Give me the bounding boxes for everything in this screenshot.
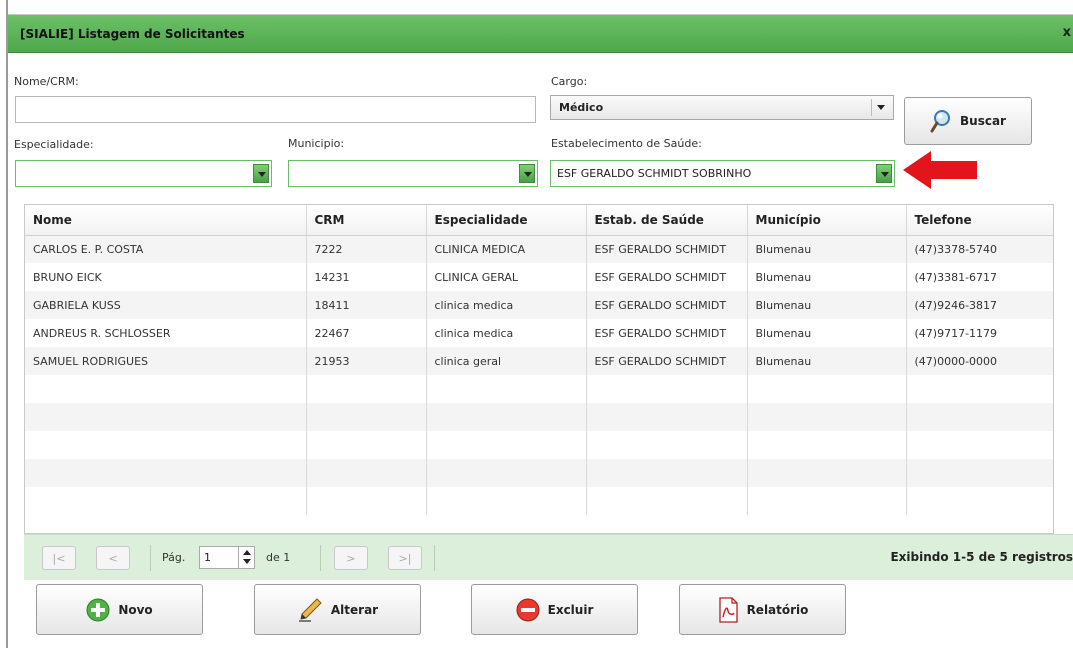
red-arrow-pointer-icon (903, 151, 977, 189)
page-total-label: de 1 (266, 551, 291, 564)
table-row[interactable]: GABRIELA KUSS 18411 clinica medica ESF G… (25, 291, 1053, 319)
estabelecimento-combo[interactable]: ESF GERALDO SCHMIDT SOBRINHO (550, 160, 895, 187)
cell-telefone: (47)9246-3817 (906, 291, 1053, 319)
column-header-estab[interactable]: Estab. de Saúde (586, 205, 748, 236)
cell-especialidade: clinica medica (426, 291, 587, 319)
edit-pencil-icon (297, 597, 323, 623)
records-status: Exibindo 1-5 de 5 registros (890, 550, 1073, 564)
cell-nome: GABRIELA KUSS (25, 291, 307, 319)
excluir-button-label: Excluir (547, 602, 594, 617)
cell-especialidade: clinica geral (426, 347, 587, 375)
chevron-down-icon[interactable] (871, 99, 889, 116)
alterar-button-label: Alterar (330, 602, 379, 617)
cargo-select-value: Médico (559, 101, 604, 114)
estabelecimento-value: ESF GERALDO SCHMIDT SOBRINHO (557, 167, 752, 180)
search-button-label: Buscar (960, 114, 1006, 128)
last-page-button[interactable]: >| (388, 546, 422, 570)
table-row[interactable]: CARLOS E. P. COSTA 7222 CLINICA MEDICA E… (25, 235, 1053, 263)
nome-crm-input[interactable] (15, 96, 536, 123)
cell-municipio: Blumenau (747, 235, 907, 263)
column-header-especialidade[interactable]: Especialidade (426, 205, 587, 236)
table-row[interactable]: SAMUEL RODRIGUES 21953 clinica geral ESF… (25, 347, 1053, 375)
cell-municipio: Blumenau (747, 263, 907, 291)
cell-municipio: Blumenau (747, 291, 907, 319)
cell-estab: ESF GERALDO SCHMIDT (586, 347, 748, 375)
empty-row (25, 403, 1053, 431)
pager-separator (150, 545, 151, 571)
cell-crm: 21953 (306, 347, 427, 375)
first-page-button[interactable]: |< (42, 546, 76, 570)
cell-nome: SAMUEL RODRIGUES (25, 347, 307, 375)
prev-page-button[interactable]: < (96, 546, 130, 570)
column-header-telefone[interactable]: Telefone (906, 205, 1053, 236)
cell-estab: ESF GERALDO SCHMIDT (586, 319, 748, 347)
next-page-button[interactable]: > (334, 546, 368, 570)
excluir-button[interactable]: Excluir (471, 584, 638, 635)
chevron-down-icon[interactable] (876, 164, 892, 183)
cell-municipio: Blumenau (747, 347, 907, 375)
cell-telefone: (47)3378-5740 (906, 235, 1053, 263)
relatorio-button-label: Relatório (746, 602, 809, 617)
table-row[interactable]: ANDREUS R. SCHLOSSER 22467 clinica medic… (25, 319, 1053, 347)
municipio-label: Municipio: (288, 137, 345, 150)
dialog-title: [SIALIE] Listagem de Solicitantes (20, 27, 245, 41)
pager-separator (320, 545, 321, 571)
empty-row (25, 431, 1053, 459)
cell-crm: 7222 (306, 235, 427, 263)
cell-telefone: (47)0000-0000 (906, 347, 1053, 375)
novo-button[interactable]: Novo (36, 584, 203, 635)
column-header-nome[interactable]: Nome (25, 205, 307, 236)
nome-crm-label: Nome/CRM: (14, 75, 79, 88)
cell-crm: 14231 (306, 263, 427, 291)
pager-separator (434, 545, 435, 571)
cell-telefone: (47)9717-1179 (906, 319, 1053, 347)
chevron-down-icon[interactable] (519, 164, 535, 183)
table-header-row: Nome CRM Especialidade Estab. de Saúde M… (25, 205, 1053, 236)
cell-telefone: (47)3381-6717 (906, 263, 1053, 291)
solicitantes-dialog: [SIALIE] Listagem de Solicitantes x Nome… (8, 14, 1073, 648)
estabelecimento-label: Estabelecimento de Saúde: (551, 137, 702, 150)
search-button[interactable]: Buscar (904, 97, 1032, 145)
background-window-edge (0, 0, 8, 648)
delete-icon (516, 598, 540, 622)
cargo-select[interactable]: Médico (550, 95, 894, 120)
search-icon (930, 109, 952, 133)
table-row[interactable]: BRUNO EICK 14231 CLINICA GERAL ESF GERAL… (25, 263, 1053, 291)
relatorio-button[interactable]: Relatório (679, 584, 846, 635)
cell-municipio: Blumenau (747, 319, 907, 347)
cell-nome: ANDREUS R. SCHLOSSER (25, 319, 307, 347)
solicitantes-table: Nome CRM Especialidade Estab. de Saúde M… (24, 204, 1054, 534)
cargo-label: Cargo: (551, 75, 588, 88)
pdf-icon (717, 596, 739, 623)
empty-row (25, 487, 1053, 515)
cell-estab: ESF GERALDO SCHMIDT (586, 263, 748, 291)
add-icon (86, 598, 110, 622)
column-header-municipio[interactable]: Município (747, 205, 907, 236)
cell-especialidade: CLINICA GERAL (426, 263, 587, 291)
cell-crm: 18411 (306, 291, 427, 319)
page-number-value: 1 (204, 551, 211, 564)
column-header-crm[interactable]: CRM (306, 205, 427, 236)
especialidade-combo[interactable] (15, 160, 272, 187)
pagination-toolbar: |< < Pág. 1 de 1 > >| Exibindo 1-5 de 5 … (24, 534, 1073, 580)
page-label: Pág. (162, 551, 186, 564)
page-number-input[interactable]: 1 (199, 546, 255, 569)
cell-especialidade: CLINICA MEDICA (426, 235, 587, 263)
especialidade-label: Especialidade: (14, 138, 94, 151)
empty-row (25, 375, 1053, 403)
cell-nome: BRUNO EICK (25, 263, 307, 291)
alterar-button[interactable]: Alterar (254, 584, 421, 635)
cell-crm: 22467 (306, 319, 427, 347)
novo-button-label: Novo (118, 602, 153, 617)
chevron-down-icon[interactable] (253, 164, 269, 183)
dialog-titlebar: [SIALIE] Listagem de Solicitantes x (8, 15, 1073, 53)
cell-estab: ESF GERALDO SCHMIDT (586, 235, 748, 263)
cell-estab: ESF GERALDO SCHMIDT (586, 291, 748, 319)
close-icon[interactable]: x (1063, 25, 1071, 40)
cell-especialidade: clinica medica (426, 319, 587, 347)
cell-nome: CARLOS E. P. COSTA (25, 235, 307, 263)
municipio-combo[interactable] (288, 160, 538, 187)
empty-row (25, 459, 1053, 487)
page-spinner[interactable] (238, 547, 254, 568)
